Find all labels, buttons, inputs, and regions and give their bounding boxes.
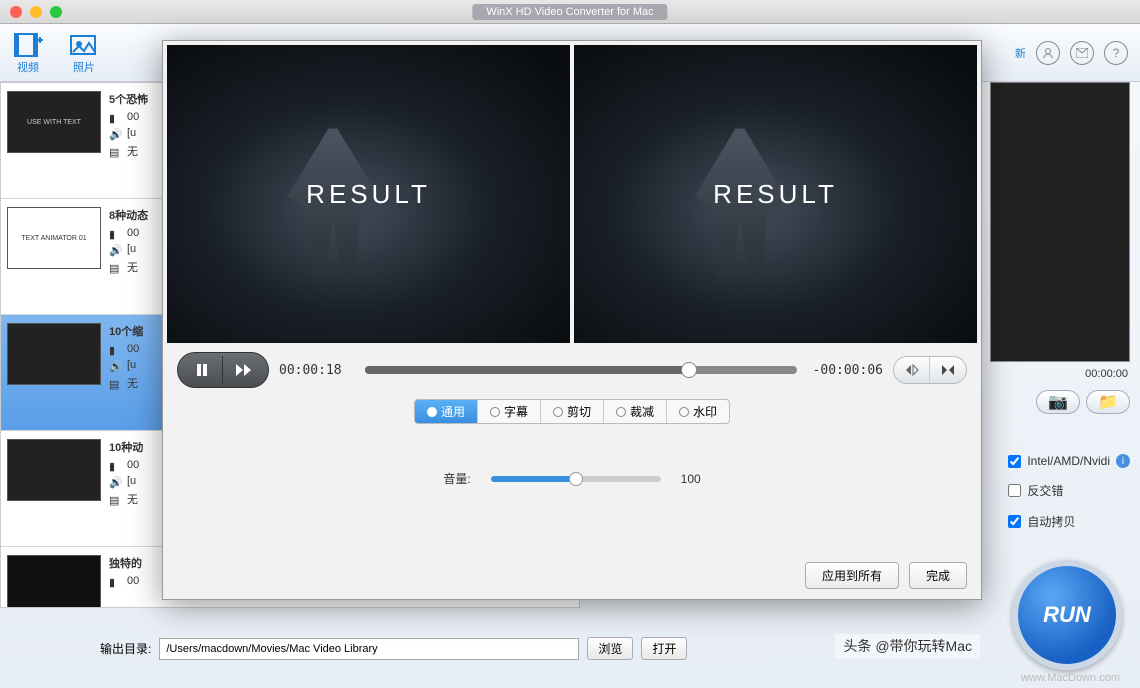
volume-value: 100 bbox=[681, 472, 701, 486]
deinterlace-checkbox[interactable]: 反交错 bbox=[1008, 482, 1130, 499]
audio-icon: 🔊 bbox=[109, 244, 121, 254]
film-icon: ▮ bbox=[109, 228, 121, 238]
flip-controls bbox=[893, 356, 967, 384]
toolbar-partial-text: 新 bbox=[1015, 45, 1026, 61]
flip-horizontal-button[interactable] bbox=[894, 357, 930, 383]
audio-icon: 🔊 bbox=[109, 128, 121, 138]
snapshot-button[interactable]: 📷 bbox=[1036, 390, 1080, 414]
subtitle-icon: ▤ bbox=[109, 146, 121, 156]
traffic-lights bbox=[0, 6, 62, 18]
tab-crop[interactable]: 裁减 bbox=[604, 400, 667, 423]
minimize-window-icon[interactable] bbox=[30, 6, 42, 18]
watermark-url: www.MacDown.com bbox=[1021, 672, 1120, 684]
file-title: 10个缩 bbox=[109, 323, 143, 339]
subtitle-icon: ▤ bbox=[109, 494, 121, 504]
radio-icon bbox=[553, 407, 563, 417]
radio-icon bbox=[427, 407, 437, 417]
time-elapsed: 00:00:18 bbox=[279, 363, 355, 378]
done-button[interactable]: 完成 bbox=[909, 562, 967, 589]
film-icon: ▮ bbox=[109, 576, 121, 586]
browse-button[interactable]: 浏览 bbox=[587, 637, 633, 660]
mail-icon[interactable] bbox=[1070, 41, 1094, 65]
film-icon: ▮ bbox=[109, 344, 121, 354]
subtitle-icon: ▤ bbox=[109, 378, 121, 388]
output-path-input[interactable] bbox=[159, 638, 579, 660]
film-icon: ▮ bbox=[109, 460, 121, 470]
tab-general-body: 音量: 100 bbox=[163, 430, 981, 527]
radio-icon bbox=[679, 407, 689, 417]
volume-slider[interactable] bbox=[491, 476, 661, 482]
output-label: 输出目录: bbox=[100, 640, 151, 657]
pause-button[interactable] bbox=[181, 356, 223, 384]
thumbnail: TEXT ANIMATOR 01 bbox=[7, 207, 101, 269]
window-titlebar: WinX HD Video Converter for Mac bbox=[0, 0, 1140, 24]
apply-all-button[interactable]: 应用到所有 bbox=[805, 562, 899, 589]
output-row: 输出目录: 浏览 打开 bbox=[100, 637, 687, 660]
flip-vertical-button[interactable] bbox=[930, 357, 966, 383]
preview-result: RESULT bbox=[574, 45, 977, 343]
dialog-footer: 应用到所有 完成 bbox=[805, 562, 967, 589]
open-button[interactable]: 打开 bbox=[641, 637, 687, 660]
thumbnail: USE WITH TEXT bbox=[7, 91, 101, 153]
tab-subtitle[interactable]: 字幕 bbox=[478, 400, 541, 423]
camera-icon: 📷 bbox=[1048, 392, 1068, 412]
add-video-label: 视频 bbox=[17, 59, 39, 75]
info-icon[interactable]: i bbox=[1116, 454, 1130, 468]
preview-original: RESULT bbox=[167, 45, 570, 343]
file-title: 8种动态 bbox=[109, 207, 148, 223]
slider-thumb-icon[interactable] bbox=[569, 472, 583, 486]
playback-bar: 00:00:18 -00:00:06 bbox=[163, 347, 981, 393]
preview-thumbnail bbox=[990, 82, 1130, 362]
film-plus-icon bbox=[12, 31, 44, 59]
help-icon[interactable]: ? bbox=[1104, 41, 1128, 65]
file-title: 10种动 bbox=[109, 439, 143, 455]
volume-label: 音量: bbox=[443, 470, 470, 487]
tab-watermark[interactable]: 水印 bbox=[667, 400, 729, 423]
tab-general[interactable]: 通用 bbox=[415, 400, 478, 423]
tab-trim[interactable]: 剪切 bbox=[541, 400, 604, 423]
audio-icon: 🔊 bbox=[109, 476, 121, 486]
subtitle-icon: ▤ bbox=[109, 262, 121, 272]
seek-thumb-icon[interactable] bbox=[681, 362, 697, 378]
radio-icon bbox=[490, 407, 500, 417]
zoom-window-icon[interactable] bbox=[50, 6, 62, 18]
encode-options: Intel/AMD/Nvidi i 反交错 自动拷贝 bbox=[1008, 454, 1130, 530]
add-photo-button[interactable]: 照片 bbox=[68, 31, 100, 75]
seek-slider[interactable] bbox=[365, 366, 797, 374]
autocopy-checkbox[interactable]: 自动拷贝 bbox=[1008, 513, 1130, 530]
add-photo-label: 照片 bbox=[73, 59, 95, 75]
editor-tabs: 通用 字幕 剪切 裁减 水印 bbox=[163, 393, 981, 430]
toolbar-right: 新 ? bbox=[1015, 41, 1128, 65]
video-editor-dialog: RESULT RESULT 00:00:18 -00:00:06 bbox=[162, 40, 982, 600]
add-video-button[interactable]: 视频 bbox=[12, 31, 44, 75]
run-button[interactable]: RUN bbox=[1012, 560, 1122, 670]
thumbnail bbox=[7, 323, 101, 385]
film-icon: ▮ bbox=[109, 112, 121, 122]
audio-icon: 🔊 bbox=[109, 360, 121, 370]
file-title: 5个恐怖 bbox=[109, 91, 148, 107]
photo-icon bbox=[68, 31, 100, 59]
hwaccel-checkbox[interactable]: Intel/AMD/Nvidi i bbox=[1008, 454, 1130, 468]
open-folder-button[interactable]: 📁 bbox=[1086, 390, 1130, 414]
preview-compare: RESULT RESULT bbox=[163, 41, 981, 347]
account-icon[interactable] bbox=[1036, 41, 1060, 65]
thumbnail bbox=[7, 439, 101, 501]
watermark-text: 头条 @带你玩转Mac bbox=[835, 634, 980, 658]
thumbnail bbox=[7, 555, 101, 608]
playback-controls bbox=[177, 352, 269, 388]
file-title: 独特的 bbox=[109, 555, 142, 571]
radio-icon bbox=[616, 407, 626, 417]
preview-time: 00:00:00 bbox=[990, 362, 1140, 386]
window-title: WinX HD Video Converter for Mac bbox=[472, 4, 667, 20]
folder-icon: 📁 bbox=[1098, 392, 1118, 412]
fast-forward-button[interactable] bbox=[223, 356, 265, 384]
time-remaining: -00:00:06 bbox=[807, 363, 883, 378]
close-window-icon[interactable] bbox=[10, 6, 22, 18]
